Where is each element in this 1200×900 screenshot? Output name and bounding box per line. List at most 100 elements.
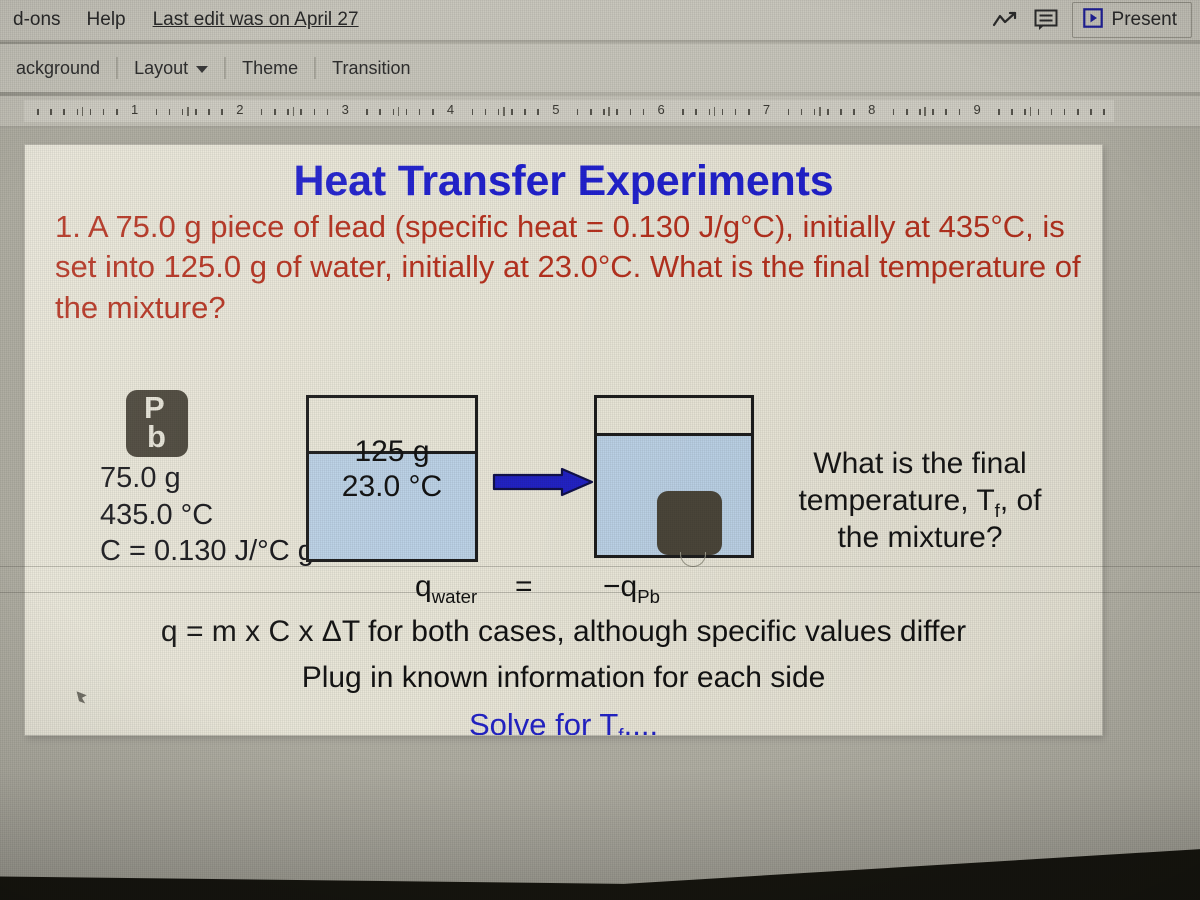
transfer-arrow-icon: [492, 467, 594, 497]
toolbar-button-theme[interactable]: Theme: [226, 58, 314, 79]
ruler-tick: [366, 109, 368, 115]
ruler-tick-half: [1029, 107, 1032, 116]
ruler-tick: [616, 109, 618, 115]
equation-right-subscript: Pb: [637, 586, 660, 607]
ruler-tick: [1011, 109, 1013, 115]
ruler-tick: [853, 109, 855, 115]
question-line-2-b: , of: [999, 484, 1042, 518]
ruler-tick: [813, 109, 816, 115]
question-line-2-a: temperature, T: [798, 484, 995, 518]
ruler-number: 1: [130, 102, 139, 117]
horizontal-ruler[interactable]: 1 2 3 4 5 6 7 8 9: [0, 96, 1200, 126]
lead-sample-block[interactable]: P b: [126, 390, 188, 457]
ruler-tick: [37, 109, 39, 115]
ruler-tick: [168, 109, 171, 115]
ruler-tick: [1050, 109, 1053, 115]
last-edit-link[interactable]: Last edit was on April 27: [153, 9, 359, 31]
ruler-tick: [221, 109, 223, 115]
ruler-tick: [379, 109, 381, 115]
toolbar-button-layout[interactable]: Layout: [118, 58, 224, 79]
problem-statement[interactable]: 1. A 75.0 g piece of lead (specific heat …: [55, 207, 1086, 328]
ruler-tick: [695, 109, 697, 115]
ruler-tick: [629, 109, 632, 115]
slide-title[interactable]: Heat Transfer Experiments: [25, 157, 1102, 206]
ruler-number: 3: [341, 102, 349, 117]
ruler-number: 6: [657, 102, 665, 117]
screen-photo-surface: d-ons Help Last edit was on April 27 Pre…: [0, 0, 1200, 900]
toolbar-button-background-label: ackground: [16, 57, 101, 78]
menu-item-addons[interactable]: d-ons: [0, 9, 74, 31]
ruler-number: 9: [973, 102, 981, 117]
question-line-1: What is the final: [813, 447, 1027, 480]
ruler-tick: [300, 109, 302, 115]
equation-right-symbol: −q: [603, 570, 638, 603]
ruler-tick: [787, 109, 790, 115]
ruler-tick: [576, 109, 579, 115]
solve-for-line: Solve for Tf....: [25, 707, 1102, 735]
lead-symbol-b: b: [147, 419, 166, 454]
ruler-tick: [326, 109, 329, 115]
ruler-tick-half: [81, 107, 84, 116]
equation-right-term: −qPb: [603, 570, 660, 607]
ruler-number: 4: [446, 102, 455, 117]
ruler-tick-half: [924, 107, 926, 116]
ruler-tick: [274, 109, 276, 115]
toolbar-button-theme-label: Theme: [242, 57, 299, 78]
ruler-tick: [76, 109, 79, 115]
ruler-tick-half: [187, 107, 189, 116]
ruler-tick: [1090, 109, 1092, 115]
slide[interactable]: Heat Transfer Experiments 1. A 75.0 g pie…: [25, 145, 1102, 735]
toolbar-button-transition-label: Transition: [332, 57, 411, 78]
ruler-tick: [919, 109, 921, 115]
toolbar-button-background[interactable]: ackground: [0, 58, 116, 79]
equation-left-subscript: water: [431, 586, 478, 607]
activity-chart-icon[interactable]: [986, 0, 1026, 40]
ruler-tick: [945, 109, 947, 115]
ruler-tick-half: [608, 107, 610, 116]
beaker-initial-water[interactable]: 125 g 23.0 °C: [306, 395, 478, 562]
ruler-tick: [1024, 109, 1026, 115]
ruler-tick: [208, 109, 210, 115]
toolbar-button-transition[interactable]: Transition: [316, 58, 426, 79]
present-button-label: Present: [1111, 9, 1177, 30]
ruler-tick: [537, 109, 539, 115]
question-line-3: the mixture?: [837, 521, 1003, 555]
ruler-tick: [89, 109, 92, 115]
solve-for-line-b: ....: [623, 707, 659, 735]
ruler-tick: [642, 109, 645, 115]
present-button[interactable]: Present: [1071, 2, 1192, 38]
ruler-tick: [892, 109, 895, 115]
plug-in-line: Plug in known information for each side: [301, 661, 826, 694]
ruler-tick: [800, 109, 803, 115]
ruler-tick: [748, 109, 750, 115]
ruler-tick: [603, 109, 605, 115]
beaker-initial-labels: 125 g 23.0 °C: [309, 434, 475, 505]
problem-text: A 75.0 g piece of lead (specific heat = …: [55, 209, 1081, 325]
ruler-tick: [1077, 109, 1079, 115]
ruler-tick: [497, 109, 500, 115]
ruler-number: 5: [552, 102, 560, 117]
ruler-tick: [418, 109, 421, 115]
problem-number: 1.: [55, 209, 81, 244]
menubar-divider: [0, 40, 1200, 42]
ruler-tick: [181, 109, 184, 115]
beaker-final-mixture[interactable]: [594, 395, 754, 567]
ruler-tick: [958, 109, 961, 115]
toolbar-button-layout-label: Layout: [134, 57, 189, 78]
ruler-tick: [590, 109, 592, 115]
final-temperature-question[interactable]: What is the final temperature, Tf, of th…: [765, 445, 1075, 557]
equation-operator: =: [515, 570, 533, 603]
ruler-tick: [1037, 109, 1040, 115]
slide-toolbar: ackground Layout Theme Transition: [0, 44, 1200, 92]
menu-bar: d-ons Help Last edit was on April 27 Pre…: [0, 0, 1200, 40]
equation-left-symbol: q: [415, 570, 432, 603]
ruler-tick: [906, 109, 908, 115]
ruler-tick: [708, 109, 711, 115]
ruler-tick: [721, 109, 724, 115]
ruler-tick: [392, 109, 395, 115]
comment-icon[interactable]: [1026, 0, 1066, 40]
ruler-tick-half: [503, 107, 505, 116]
menu-bar-right-actions: Present: [986, 0, 1200, 40]
ruler-tick-half: [397, 107, 400, 116]
menu-item-help[interactable]: Help: [74, 9, 139, 31]
